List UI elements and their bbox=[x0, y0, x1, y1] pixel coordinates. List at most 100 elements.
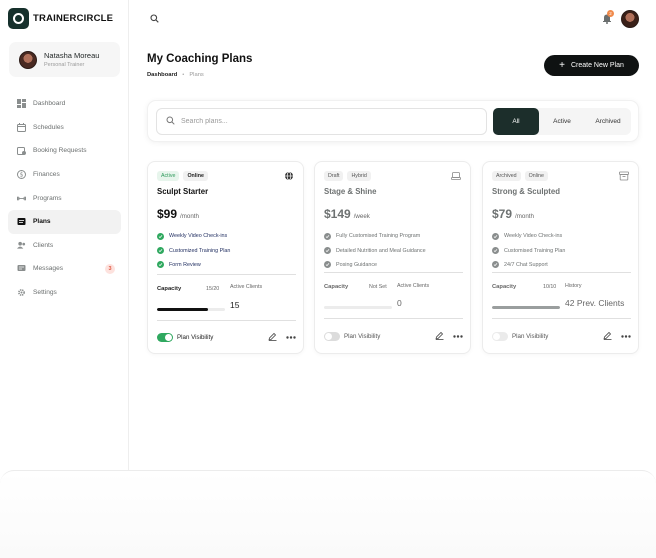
more-icon[interactable] bbox=[621, 333, 631, 340]
capacity-label: Capacity bbox=[324, 284, 349, 290]
sidebar-item-booking-requests[interactable]: Booking Requests bbox=[8, 139, 121, 163]
list-item: Customised Training Plan bbox=[492, 243, 565, 257]
message-icon bbox=[17, 264, 26, 273]
stat-label: Active Clients bbox=[397, 283, 430, 289]
capacity-value: Not Set bbox=[369, 284, 387, 290]
sidebar-item-settings[interactable]: Settings bbox=[8, 281, 121, 305]
delivery-badge: Online bbox=[183, 171, 208, 181]
globe-icon bbox=[284, 171, 294, 183]
tab-all[interactable]: All bbox=[493, 108, 539, 135]
stat-value: 0 bbox=[397, 298, 402, 308]
sidebar-item-label: Schedules bbox=[33, 123, 64, 131]
breadcrumb-plans: Plans bbox=[189, 72, 204, 78]
price-period: /month bbox=[515, 213, 534, 220]
sidebar-item-messages[interactable]: Messages 3 bbox=[8, 257, 121, 281]
plan-card[interactable]: Draft Hybrid Stage & Shine $149 /week Fu… bbox=[314, 161, 471, 354]
list-item: 24/7 Chat Support bbox=[492, 258, 565, 272]
feature-label: Weekly Video Check-ins bbox=[504, 233, 563, 240]
capacity-bar-fill bbox=[157, 308, 208, 311]
price-period: /week bbox=[353, 213, 370, 220]
list-item: Weekly Video Check-ins bbox=[492, 229, 565, 243]
plan-tags: Active Online bbox=[157, 171, 208, 181]
search-icon[interactable] bbox=[150, 14, 159, 25]
tab-archived[interactable]: Archived bbox=[585, 108, 631, 135]
users-icon bbox=[17, 241, 26, 250]
plan-title: Sculpt Starter bbox=[157, 187, 209, 196]
price-amount: $79 bbox=[492, 207, 513, 221]
divider bbox=[492, 272, 631, 273]
edit-icon[interactable] bbox=[603, 331, 612, 342]
price-period: /month bbox=[180, 213, 199, 220]
plan-actions bbox=[268, 332, 296, 343]
tab-active[interactable]: Active bbox=[539, 108, 585, 135]
filter-bar: All Active Archived bbox=[147, 100, 639, 142]
check-circle-icon bbox=[492, 247, 499, 255]
feature-label: Posing Guidance bbox=[336, 261, 378, 268]
plan-card[interactable]: Active Online Sculpt Starter $99 /month … bbox=[147, 161, 304, 354]
delivery-badge: Hybrid bbox=[347, 171, 371, 181]
create-new-plan-button[interactable]: + Create New Plan bbox=[544, 55, 639, 76]
plan-tags: Draft Hybrid bbox=[324, 171, 371, 181]
sidebar-item-label: Programs bbox=[33, 194, 62, 202]
breadcrumb-dashboard[interactable]: Dashboard bbox=[147, 72, 177, 78]
visibility-label: Plan Visibility bbox=[177, 334, 214, 341]
check-circle-icon bbox=[492, 232, 499, 240]
search-input[interactable] bbox=[181, 118, 461, 125]
create-button-label: Create New Plan bbox=[570, 62, 624, 69]
sidebar-item-programs[interactable]: Programs bbox=[8, 186, 121, 210]
more-icon[interactable] bbox=[286, 334, 296, 341]
visibility-toggle[interactable] bbox=[324, 332, 340, 341]
visibility-label: Plan Visibility bbox=[344, 333, 381, 340]
logo[interactable]: TRAINERCIRCLE bbox=[8, 8, 113, 29]
sidebar-item-clients[interactable]: Clients bbox=[8, 234, 121, 258]
stat-value: 15 bbox=[230, 300, 240, 310]
check-circle-icon bbox=[157, 247, 164, 255]
sidebar-item-schedules[interactable]: Schedules bbox=[8, 116, 121, 140]
archive-icon bbox=[619, 171, 629, 183]
stat-label: Active Clients bbox=[230, 284, 263, 290]
dollar-icon: $ bbox=[17, 170, 26, 180]
check-circle-icon bbox=[324, 247, 331, 255]
divider bbox=[157, 320, 296, 321]
sidebar-item-label: Clients bbox=[33, 241, 54, 249]
check-circle-icon bbox=[157, 261, 164, 269]
breadcrumb: Dashboard • Plans bbox=[147, 72, 204, 78]
capacity-bar bbox=[157, 308, 225, 311]
capacity-label: Capacity bbox=[157, 286, 182, 292]
app-window: TRAINERCIRCLE Natasha Moreau Personal Tr… bbox=[0, 0, 656, 470]
breadcrumb-separator: • bbox=[182, 72, 185, 78]
search-field[interactable] bbox=[156, 108, 487, 135]
feature-label: Customised Training Plan bbox=[504, 247, 566, 254]
plan-card[interactable]: Archived Online Strong & Sculpted $79 /m… bbox=[482, 161, 639, 354]
plan-footer: Plan Visibility bbox=[157, 332, 296, 343]
status-badge: Active bbox=[157, 171, 180, 181]
feature-label: Fully Customised Training Program bbox=[336, 233, 421, 240]
user-avatar[interactable] bbox=[621, 10, 639, 28]
edit-icon[interactable] bbox=[268, 332, 277, 343]
sidebar-item-label: Settings bbox=[33, 289, 57, 297]
svg-text:$: $ bbox=[20, 172, 24, 179]
feature-list: Fully Customised Training Program Detail… bbox=[324, 229, 426, 272]
feature-label: Form Review bbox=[169, 261, 201, 268]
more-icon[interactable] bbox=[453, 333, 463, 340]
status-filter-tabs: All Active Archived bbox=[493, 108, 631, 135]
booking-icon bbox=[17, 146, 26, 156]
stat-label: History bbox=[565, 283, 582, 289]
visibility-label: Plan Visibility bbox=[512, 333, 549, 340]
price-amount: $149 bbox=[324, 207, 351, 221]
feature-label: Weekly Video Check-ins bbox=[169, 233, 228, 240]
list-item: Form Review bbox=[157, 258, 230, 272]
sidebar-item-plans[interactable]: Plans bbox=[8, 209, 121, 234]
visibility-toggle[interactable] bbox=[157, 333, 173, 342]
profile-card[interactable]: Natasha Moreau Personal Trainer bbox=[9, 42, 120, 77]
sidebar-item-dashboard[interactable]: Dashboard bbox=[8, 92, 121, 116]
edit-icon[interactable] bbox=[435, 331, 444, 342]
status-badge: Draft bbox=[324, 171, 344, 181]
plan-title: Stage & Shine bbox=[324, 187, 377, 196]
capacity-bar bbox=[492, 306, 560, 309]
sidebar-nav: Dashboard Schedules Booking Requests $ F… bbox=[8, 92, 121, 304]
plan-title: Strong & Sculpted bbox=[492, 187, 561, 196]
sidebar: TRAINERCIRCLE Natasha Moreau Personal Tr… bbox=[0, 0, 129, 470]
visibility-toggle[interactable] bbox=[492, 332, 508, 341]
sidebar-item-finances[interactable]: $ Finances bbox=[8, 163, 121, 187]
